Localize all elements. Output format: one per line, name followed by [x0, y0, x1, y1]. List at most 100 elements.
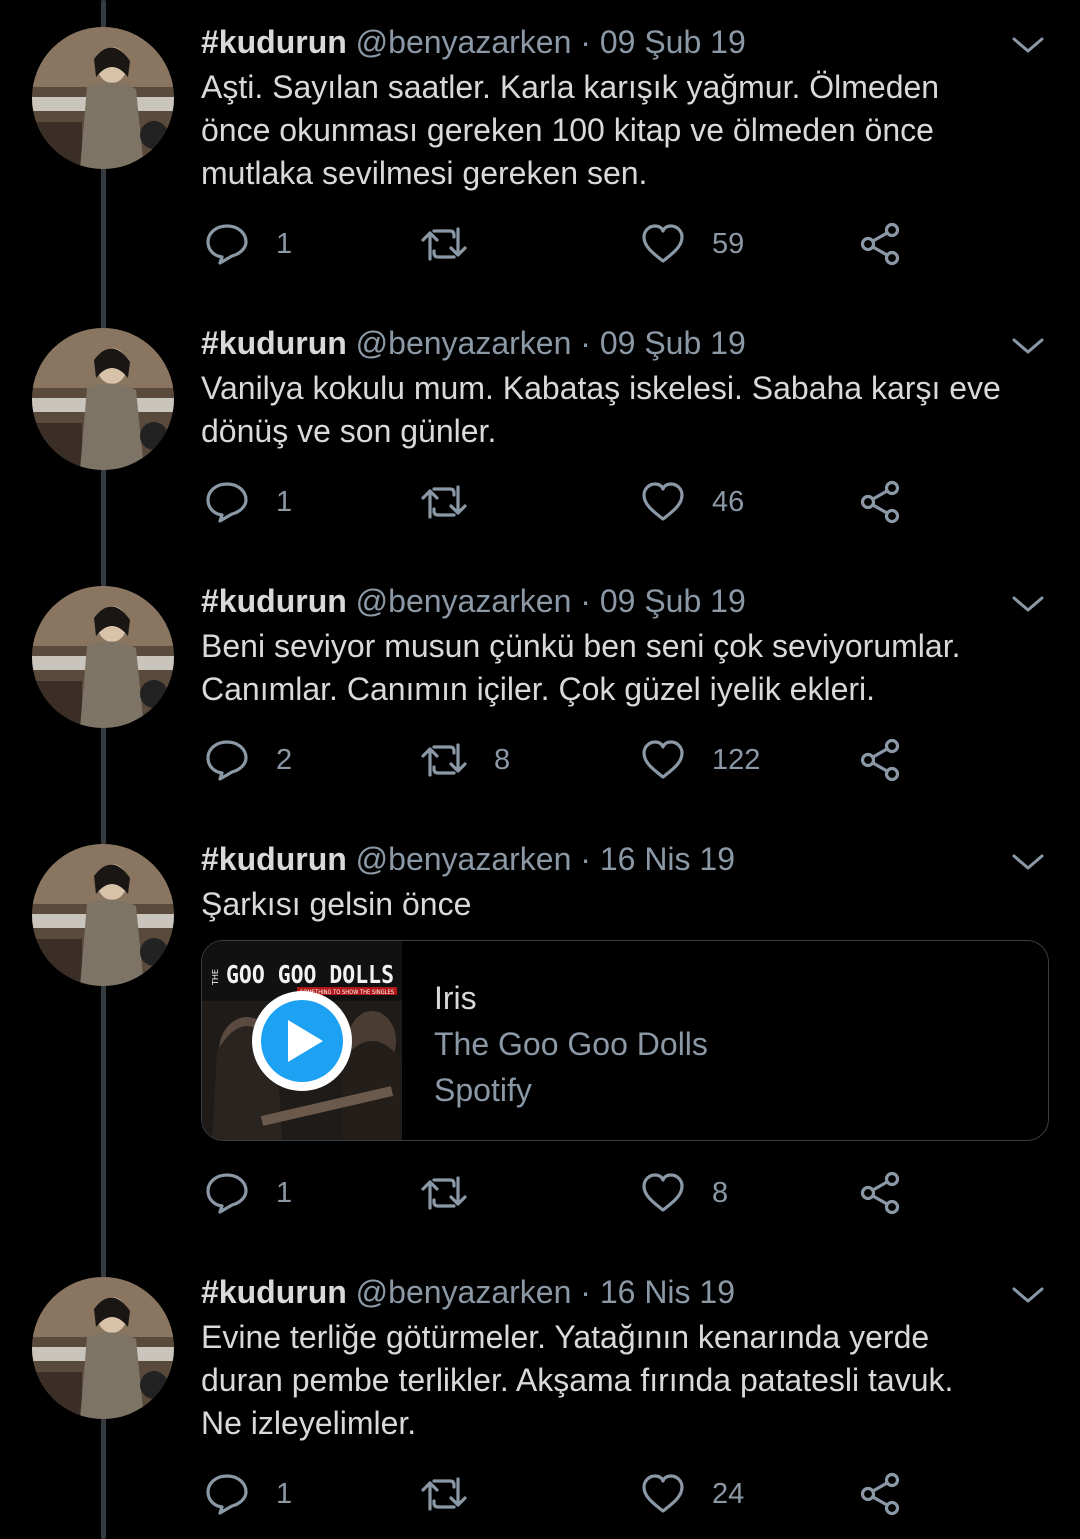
chevron-down-icon[interactable]	[1010, 32, 1046, 58]
chevron-down-icon[interactable]	[1010, 591, 1046, 617]
share-button[interactable]	[858, 735, 904, 785]
share-button[interactable]	[858, 477, 904, 527]
display-name[interactable]: #kudurun	[201, 1274, 347, 1310]
like-count: 122	[712, 743, 761, 776]
tweet-header: #kudurun @benyazarken · 09 Şub 19	[201, 22, 746, 62]
retweet-button[interactable]	[420, 219, 494, 269]
reply-button[interactable]: 1	[204, 219, 292, 269]
share-button[interactable]	[858, 1168, 904, 1218]
reply-count: 1	[276, 485, 293, 518]
tweet-date[interactable]: 09 Şub 19	[600, 583, 746, 619]
separator: ·	[580, 24, 591, 60]
avatar[interactable]	[32, 844, 174, 986]
like-button[interactable]: 24	[640, 1469, 744, 1519]
reply-icon	[206, 224, 248, 265]
tweet-text-line: dönüş ve son günler.	[201, 413, 497, 449]
chevron-down-icon[interactable]	[1010, 849, 1046, 875]
heart-icon	[642, 224, 684, 263]
avatar[interactable]	[32, 27, 174, 169]
separator: ·	[580, 1274, 591, 1310]
reply-button[interactable]: 1	[204, 1168, 292, 1218]
display-name[interactable]: #kudurun	[201, 583, 347, 619]
display-name[interactable]: #kudurun	[201, 841, 347, 877]
reply-icon	[206, 1173, 248, 1214]
user-handle[interactable]: @benyazarken	[356, 841, 572, 877]
user-handle[interactable]: @benyazarken	[356, 24, 572, 60]
retweet-icon	[421, 743, 467, 777]
tweet-header: #kudurun @benyazarken · 09 Şub 19	[201, 323, 746, 363]
tweet-text-line: Şarkısı gelsin önce	[201, 886, 472, 922]
like-count: 24	[712, 1477, 745, 1510]
tweet-header: #kudurun @benyazarken · 16 Nis 19	[201, 1272, 735, 1312]
retweet-button[interactable]	[420, 1469, 494, 1519]
reply-button[interactable]: 2	[204, 735, 292, 785]
tweet-date[interactable]: 16 Nis 19	[600, 841, 735, 877]
card-source: Spotify	[434, 1072, 532, 1108]
retweet-count: 8	[494, 743, 511, 776]
separator: ·	[580, 325, 591, 361]
share-button[interactable]	[858, 219, 904, 269]
retweet-icon	[421, 485, 467, 519]
like-button[interactable]: 122	[640, 735, 760, 785]
retweet-button[interactable]: 8	[420, 735, 510, 785]
share-button[interactable]	[858, 1469, 904, 1519]
like-button[interactable]: 59	[640, 219, 744, 269]
separator: ·	[580, 841, 591, 877]
tweet-text: Aşti. Sayılan saatler. Karla karışık yağ…	[201, 66, 1061, 195]
card-info: Iris The Goo Goo Dolls Spotify	[434, 975, 708, 1113]
like-button[interactable]: 46	[640, 477, 744, 527]
tweet-actions: 1 8	[0, 1168, 1080, 1218]
retweet-button[interactable]	[420, 477, 494, 527]
like-count: 46	[712, 485, 745, 518]
reply-button[interactable]: 1	[204, 477, 292, 527]
user-handle[interactable]: @benyazarken	[356, 1274, 572, 1310]
tweet-text: Vanilya kokulu mum. Kabataş iskelesi. Sa…	[201, 367, 1061, 453]
tweet-actions: 1 59	[0, 219, 1080, 269]
display-name[interactable]: #kudurun	[201, 325, 347, 361]
like-button[interactable]: 8	[640, 1168, 728, 1218]
display-name[interactable]: #kudurun	[201, 24, 347, 60]
chevron-down-icon[interactable]	[1010, 1282, 1046, 1308]
share-icon	[860, 1171, 900, 1215]
tweet-text-line: duran pembe terlikler. Akşama fırında pa…	[201, 1362, 954, 1398]
reply-icon	[206, 1474, 248, 1515]
share-icon	[860, 480, 900, 524]
reply-count: 2	[276, 743, 293, 776]
track-title: Iris	[434, 980, 477, 1016]
avatar[interactable]	[32, 1277, 174, 1419]
retweet-icon	[421, 1477, 467, 1511]
reply-count: 1	[276, 1176, 293, 1209]
retweet-button[interactable]	[420, 1168, 494, 1218]
user-handle[interactable]: @benyazarken	[356, 325, 572, 361]
tweet-text: Evine terliğe götürmeler. Yatağının kena…	[201, 1316, 1061, 1445]
spotify-card[interactable]: THE GOO GOO DOLLS SOMETHING TO SHOW THE …	[201, 940, 1049, 1141]
track-artist: The Goo Goo Dolls	[434, 1026, 708, 1062]
tweet-header: #kudurun @benyazarken · 09 Şub 19	[201, 581, 746, 621]
user-handle[interactable]: @benyazarken	[356, 583, 572, 619]
reply-count: 1	[276, 1477, 293, 1510]
retweet-icon	[421, 227, 467, 261]
heart-icon	[642, 1474, 684, 1513]
avatar[interactable]	[32, 328, 174, 470]
tweet-text-line: Evine terliğe götürmeler. Yatağının kena…	[201, 1319, 930, 1355]
tweet-actions: 2 8 122	[0, 735, 1080, 785]
tweet-text-line: Ne izleyelimler.	[201, 1405, 417, 1441]
retweet-icon	[421, 1176, 467, 1210]
reply-icon	[206, 482, 248, 523]
chevron-down-icon[interactable]	[1010, 333, 1046, 359]
tweet-date[interactable]: 09 Şub 19	[600, 325, 746, 361]
tweet-text-line: Beni seviyor musun çünkü ben seni çok se…	[201, 628, 961, 664]
share-icon	[860, 738, 900, 782]
tweet-text-line: Aşti. Sayılan saatler. Karla karışık yağ…	[201, 69, 940, 105]
reply-button[interactable]: 1	[204, 1469, 292, 1519]
like-count: 59	[712, 227, 745, 260]
tweet-date[interactable]: 16 Nis 19	[600, 1274, 735, 1310]
album-art-band: GOO GOO DOLLS	[226, 960, 394, 989]
tweet-text-line: önce okunması gereken 100 kitap ve ölmed…	[201, 112, 934, 148]
tweet-text-line: Canımlar. Canımın içiler. Çok güzel iyel…	[201, 671, 876, 707]
share-icon	[860, 1472, 900, 1516]
separator: ·	[580, 583, 591, 619]
avatar[interactable]	[32, 586, 174, 728]
tweet-date[interactable]: 09 Şub 19	[600, 24, 746, 60]
like-count: 8	[712, 1176, 729, 1209]
